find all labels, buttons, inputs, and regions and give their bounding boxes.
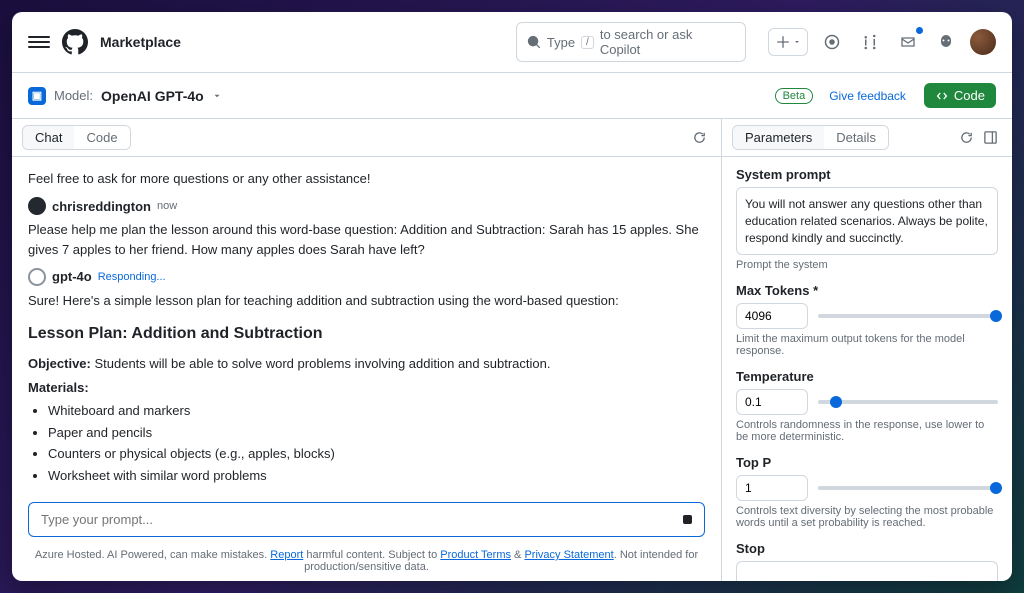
temperature-input[interactable] bbox=[736, 389, 808, 415]
msg-time: now bbox=[157, 198, 177, 215]
left-tab-group: Chat Code bbox=[22, 125, 131, 150]
tab-parameters[interactable]: Parameters bbox=[733, 126, 824, 149]
system-prompt-label: System prompt bbox=[736, 167, 998, 182]
search-input[interactable]: Type / to search or ask Copilot bbox=[516, 22, 746, 62]
temperature-slider[interactable] bbox=[818, 400, 998, 404]
max-tokens-slider[interactable] bbox=[818, 314, 998, 318]
objective-label: Objective: bbox=[28, 356, 91, 371]
search-suffix: to search or ask Copilot bbox=[600, 27, 735, 57]
list-item: Whiteboard and markers bbox=[48, 401, 705, 421]
reset-params-icon[interactable] bbox=[954, 126, 978, 150]
top-p-slider[interactable] bbox=[818, 486, 998, 490]
search-prefix: Type bbox=[547, 35, 575, 50]
inbox-icon[interactable] bbox=[894, 28, 922, 56]
lesson-title: Lesson Plan: Addition and Subtraction bbox=[28, 322, 705, 346]
give-feedback-link[interactable]: Give feedback bbox=[829, 89, 906, 103]
pull-requests-icon[interactable] bbox=[856, 28, 884, 56]
search-key: / bbox=[581, 36, 594, 49]
stop-label: Stop bbox=[736, 541, 998, 556]
github-logo[interactable] bbox=[62, 29, 88, 55]
top-p-input[interactable] bbox=[736, 475, 808, 501]
menu-button[interactable] bbox=[28, 31, 50, 53]
report-link[interactable]: Report bbox=[270, 549, 303, 561]
list-item: Paper and pencils bbox=[48, 423, 705, 443]
tab-details[interactable]: Details bbox=[824, 126, 888, 149]
top-p-label: Top P bbox=[736, 455, 998, 470]
model-name-chip: gpt-4o bbox=[52, 267, 92, 287]
stop-input[interactable] bbox=[736, 561, 998, 581]
collapse-panel-icon[interactable] bbox=[978, 126, 1002, 150]
prompt-input[interactable] bbox=[41, 512, 683, 527]
model-name[interactable]: OpenAI GPT-4o bbox=[101, 88, 204, 104]
copilot-icon[interactable] bbox=[932, 28, 960, 56]
responding-status: Responding... bbox=[98, 269, 166, 286]
max-tokens-hint: Limit the maximum output tokens for the … bbox=[736, 333, 998, 357]
top-p-hint: Controls text diversity by selecting the… bbox=[736, 505, 998, 529]
objective-text: Students will be able to solve word prob… bbox=[91, 356, 551, 371]
stop-generation-button[interactable] bbox=[683, 515, 692, 524]
system-prompt-input[interactable]: You will not answer any questions other … bbox=[736, 187, 998, 255]
tab-code[interactable]: Code bbox=[74, 126, 129, 149]
code-icon bbox=[935, 89, 949, 103]
tab-chat[interactable]: Chat bbox=[23, 126, 74, 149]
create-new-button[interactable] bbox=[768, 28, 808, 56]
brand-link[interactable]: Marketplace bbox=[100, 34, 181, 50]
chevron-down-icon[interactable] bbox=[212, 91, 222, 101]
issues-icon[interactable] bbox=[818, 28, 846, 56]
system-prompt-hint: Prompt the system bbox=[736, 259, 998, 271]
user-msg: Please help me plan the lesson around th… bbox=[28, 220, 705, 259]
right-tab-group: Parameters Details bbox=[732, 125, 889, 150]
materials-list: Whiteboard and markers Paper and pencils… bbox=[48, 401, 705, 485]
model-provider-icon: ▣ bbox=[28, 87, 46, 105]
privacy-link[interactable]: Privacy Statement bbox=[524, 549, 613, 561]
footer-disclaimer: Azure Hosted. AI Powered, can make mista… bbox=[12, 545, 721, 581]
list-item: Worksheet with similar word problems bbox=[48, 466, 705, 486]
assistant-prev-msg: Feel free to ask for more questions or a… bbox=[28, 169, 705, 189]
user-name: chrisreddington bbox=[52, 197, 151, 217]
resp-intro: Sure! Here's a simple lesson plan for te… bbox=[28, 291, 705, 311]
prompt-input-wrap bbox=[28, 502, 705, 537]
model-prefix: Model: bbox=[54, 88, 93, 103]
beta-badge: Beta bbox=[775, 88, 814, 104]
product-terms-link[interactable]: Product Terms bbox=[440, 549, 511, 561]
list-item: Counters or physical objects (e.g., appl… bbox=[48, 444, 705, 464]
code-button[interactable]: Code bbox=[924, 83, 996, 108]
refresh-icon[interactable] bbox=[687, 126, 711, 150]
user-avatar[interactable] bbox=[970, 29, 996, 55]
search-icon bbox=[527, 35, 541, 49]
user-avatar-small bbox=[28, 197, 46, 215]
model-avatar-small bbox=[28, 268, 46, 286]
temperature-hint: Controls randomness in the response, use… bbox=[736, 419, 998, 443]
max-tokens-label: Max Tokens bbox=[736, 283, 998, 298]
temperature-label: Temperature bbox=[736, 369, 998, 384]
max-tokens-input[interactable] bbox=[736, 303, 808, 329]
chat-scroll[interactable]: Feel free to ask for more questions or a… bbox=[12, 157, 721, 494]
materials-label: Materials: bbox=[28, 378, 705, 398]
